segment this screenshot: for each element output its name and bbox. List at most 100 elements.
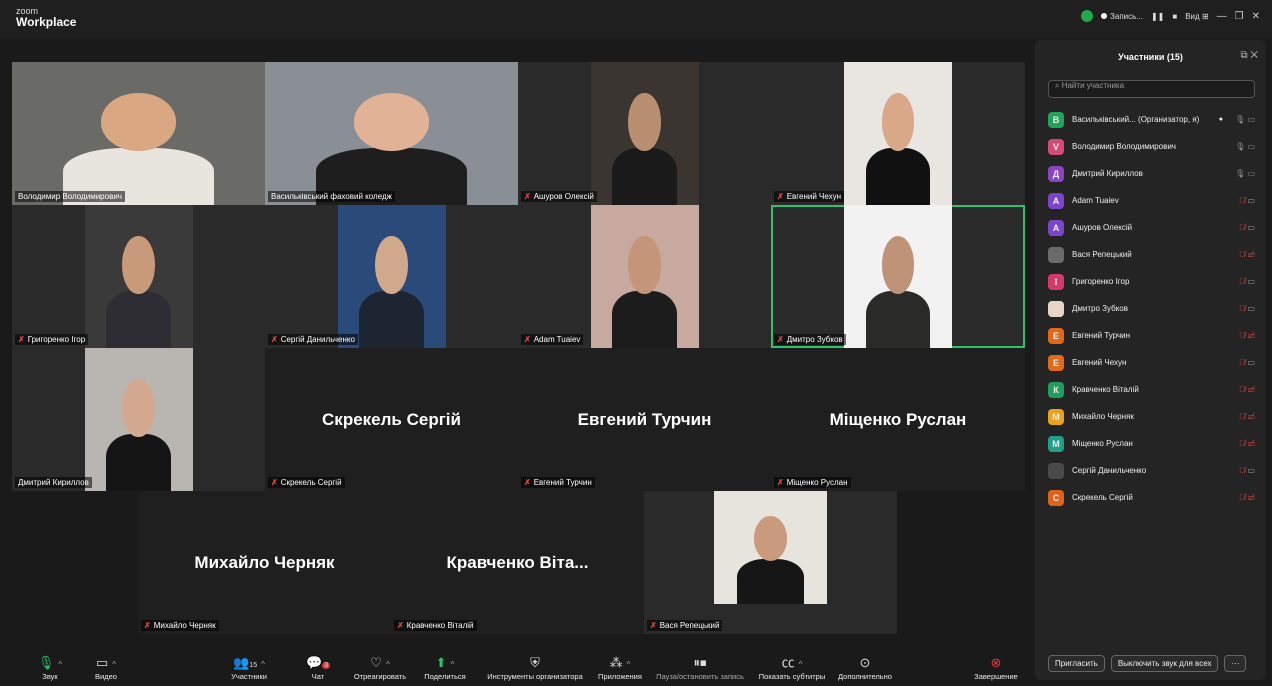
caret-up-icon[interactable]: ^: [261, 660, 265, 669]
participant-nameplate: ✗ Михайло Черняк: [141, 620, 219, 631]
captions-label: Показать субтитры: [758, 672, 826, 681]
audio-button[interactable]: 🎙 ^ Звук: [30, 654, 70, 681]
mute-all-button[interactable]: Выключить звук для всех: [1110, 655, 1219, 672]
video-tile[interactable]: ✗ Сергій Данильченко: [265, 205, 518, 348]
more-label: Дополнительно: [838, 672, 892, 681]
participant-row[interactable]: М Міщенко Руслан 🎙̸ ▭̸: [1048, 430, 1255, 457]
participant-nameplate: ✗ Вася Репецький: [647, 620, 723, 631]
participant-row[interactable]: Е Евгений Турчин 🎙̸ ▭̸: [1048, 322, 1255, 349]
participant-nameplate: ✗ Ашуров Олексій: [521, 191, 597, 202]
participant-row[interactable]: A Ашуров Олексій 🎙̸ ▭: [1048, 214, 1255, 241]
participant-row[interactable]: В Васильківський... (Организатор, я) ● 🎙 ▭: [1048, 106, 1255, 133]
view-button[interactable]: Вид ⊞: [1185, 12, 1208, 21]
video-gallery: Володимир Володимирович Васильківський фа…: [12, 62, 1025, 648]
caret-up-icon[interactable]: ^: [451, 660, 455, 669]
participant-silhouette: [612, 290, 677, 348]
participant-row[interactable]: С Скрекель Сергій 🎙̸ ▭̸: [1048, 484, 1255, 511]
video-tile[interactable]: Міщенко Руслан ✗ Міщенко Руслан: [771, 348, 1025, 491]
participant-nameplate: Володимир Володимирович: [15, 191, 125, 202]
share-button[interactable]: ⬆ ^ Поделиться: [418, 654, 472, 681]
participant-row[interactable]: V Володимир Володимирович 🎙 ▭: [1048, 133, 1255, 160]
people-icon: 👥15 ^: [233, 655, 265, 670]
restore-icon[interactable]: ❐: [1235, 11, 1244, 22]
pause-record-button[interactable]: ⏸⏹ Пауза/остановить запись: [652, 654, 748, 681]
meeting-toolbar: 🎙 ^ Звук ▭ ^ Видео 👥15 ^ Участники 💬 3 Чат ♡ ^ Отр…: [0, 650, 1035, 686]
video-tile[interactable]: Кравченко Віта... ✗ Кравченко Віталій: [391, 491, 644, 634]
caret-up-icon[interactable]: ^: [627, 660, 631, 669]
mic-muted-icon: ✗: [777, 478, 784, 487]
participant-face: [122, 236, 155, 294]
video-tile[interactable]: Дмитрий Кириллов: [12, 348, 265, 491]
chat-button[interactable]: 💬 3 Чат: [300, 654, 336, 681]
participant-row[interactable]: М Михайло Черняк 🎙̸ ▭̸: [1048, 403, 1255, 430]
participant-row[interactable]: Д Дмитрий Кириллов 🎙 ▭: [1048, 160, 1255, 187]
video-tile[interactable]: Васильківський фаховий коледж: [265, 62, 518, 205]
video-tile[interactable]: ✗ Adam Tuaiev: [518, 205, 771, 348]
participant-list-name: Кравченко Віталій: [1072, 385, 1139, 394]
recording-indicator[interactable]: Запись...: [1101, 12, 1143, 21]
caret-up-icon[interactable]: ^: [386, 660, 390, 669]
participant-list: В Васильківський... (Организатор, я) ● 🎙 ▭ V…: [1048, 106, 1255, 511]
apps-button[interactable]: ⁂ ^ Приложения: [592, 654, 648, 681]
video-tile[interactable]: Михайло Черняк ✗ Михайло Черняк: [138, 491, 391, 634]
invite-button[interactable]: Пригласить: [1048, 655, 1105, 672]
panel-more-button[interactable]: ···: [1224, 655, 1247, 672]
popout-icon[interactable]: ⧉: [1240, 50, 1247, 61]
audio-video-status-icons: 🎙̸ ▭: [1227, 304, 1255, 313]
grid-icon: ⊞: [1201, 11, 1209, 21]
participant-video: [844, 62, 952, 205]
participant-name: Вася Репецький: [659, 621, 720, 630]
participant-nameplate: ✗ Adam Tuaiev: [521, 334, 584, 345]
participant-name: Дмитрий Кириллов: [18, 478, 89, 487]
video-tile[interactable]: Евгений Турчин ✗ Евгений Турчин: [518, 348, 771, 491]
participant-row[interactable]: Вася Репецький 🎙̸ ▭̸: [1048, 241, 1255, 268]
captions-button[interactable]: ㏄ ^ Показать субтитры: [754, 654, 830, 681]
stop-icon[interactable]: ■: [1172, 12, 1177, 21]
video-tile[interactable]: ✗ Дмитро Зубков: [771, 205, 1025, 348]
participant-video: [265, 62, 518, 205]
end-button[interactable]: ⊗ Завершение: [968, 654, 1024, 681]
mic-muted-icon: ✗: [397, 621, 404, 630]
pause-icon[interactable]: ❚❚: [1151, 12, 1164, 21]
participant-name: Михайло Черняк: [153, 621, 216, 630]
caret-up-icon[interactable]: ^: [799, 660, 803, 669]
participants-count: 15: [249, 662, 258, 669]
video-tile[interactable]: ✗ Ашуров Олексій: [518, 62, 771, 205]
participant-row[interactable]: Дмитро Зубков 🎙̸ ▭: [1048, 295, 1255, 322]
video-tile[interactable]: Скрекель Сергій ✗ Скрекель Сергій: [265, 348, 518, 491]
participant-name: Кравченко Віталій: [406, 621, 474, 630]
video-tile[interactable]: ✗ Григоренко Ігор: [12, 205, 265, 348]
participant-nameplate: Дмитрий Кириллов: [15, 477, 92, 488]
close-panel-icon[interactable]: ✕: [1250, 50, 1258, 61]
participant-row[interactable]: К Кравченко Віталій 🎙̸ ▭̸: [1048, 376, 1255, 403]
avatar: Е: [1048, 327, 1064, 344]
host-tools-button[interactable]: ⛨ Инструменты организатора: [480, 654, 590, 681]
caret-up-icon[interactable]: ^: [112, 660, 116, 669]
participant-name: Васильківський фаховий коледж: [271, 192, 392, 201]
audio-video-status-icons: 🎙̸ ▭: [1227, 466, 1255, 475]
participant-face: [628, 236, 661, 294]
video-tile[interactable]: ✗ Вася Репецький: [644, 491, 897, 634]
react-button[interactable]: ♡ ^ Отреагировать: [348, 654, 412, 681]
caret-up-icon[interactable]: ^: [58, 660, 62, 669]
participants-button[interactable]: 👥15 ^ Участники: [224, 654, 274, 681]
video-tile[interactable]: Володимир Володимирович: [12, 62, 265, 205]
participant-row[interactable]: Е Евгений Чехун 🎙̸ ▭: [1048, 349, 1255, 376]
close-icon[interactable]: ✕: [1252, 11, 1260, 22]
participant-row[interactable]: A Adam Tuaiev 🎙̸ ▭: [1048, 187, 1255, 214]
mic-icon: 🎙: [1235, 142, 1246, 151]
more-button[interactable]: ⊙ Дополнительно: [834, 654, 896, 681]
minimize-icon[interactable]: —: [1217, 11, 1227, 22]
participant-display-name: Евгений Турчин: [577, 409, 712, 429]
participant-row[interactable]: Сергій Данильченко 🎙̸ ▭: [1048, 457, 1255, 484]
participant-video: [590, 62, 699, 205]
video-button[interactable]: ▭ ^ Видео: [86, 654, 126, 681]
video-tile[interactable]: ✗ Евгений Чехун: [771, 62, 1025, 205]
participant-search-input[interactable]: ⌕ Найти участника: [1048, 80, 1255, 98]
security-shield-icon[interactable]: [1081, 10, 1094, 22]
audio-video-status-icons: 🎙̸ ▭: [1227, 196, 1255, 205]
participant-face: [753, 515, 788, 562]
mic-muted-icon: ✗: [650, 621, 657, 630]
mic-icon: 🎙: [1235, 115, 1246, 124]
participant-row[interactable]: І Григоренко Ігор 🎙̸ ▭: [1048, 268, 1255, 295]
